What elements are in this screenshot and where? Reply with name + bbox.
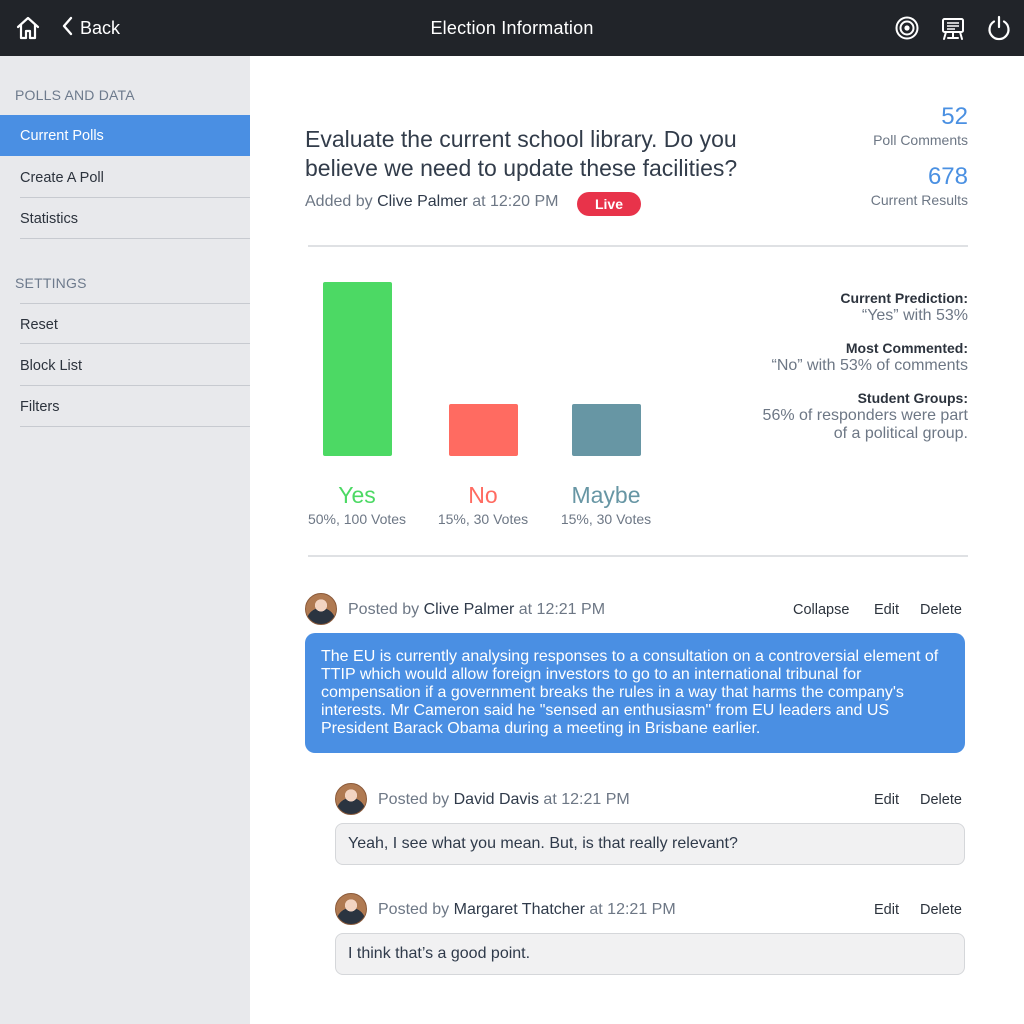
sidebar-section-settings: SETTINGS [15, 275, 87, 291]
current-results-count: 678 [927, 163, 968, 190]
poll-author[interactable]: Clive Palmer [377, 193, 468, 211]
insight-most-commented-value: “No” with 53% of comments [771, 357, 968, 374]
posted-prefix: Posted by [378, 901, 450, 918]
avatar[interactable] [335, 893, 367, 925]
sidebar-item-statistics[interactable]: Statistics [20, 198, 250, 239]
reply-meta: Posted by David Davis at 12:21 PM [378, 791, 630, 809]
comment-author[interactable]: Clive Palmer [424, 601, 515, 618]
bar-caption-no: 15%, 30 Votes [437, 511, 529, 527]
poll-comments-label: Poll Comments [873, 132, 968, 148]
top-bar: Back Election Information [0, 0, 1024, 56]
reply-bubble: I think that’s a good point. [335, 933, 965, 975]
insight-student-groups-key: Student Groups: [857, 390, 968, 406]
bar-maybe [572, 404, 641, 456]
comment-bubble: The EU is currently analysing responses … [305, 633, 965, 753]
edit-button[interactable]: Edit [874, 792, 899, 808]
bar-yes [323, 282, 392, 456]
reply-time: at 12:21 PM [589, 901, 676, 918]
edit-button[interactable]: Edit [874, 902, 899, 918]
insight-prediction-value: “Yes” with 53% [861, 307, 968, 324]
bar-label-yes: Yes [338, 482, 376, 508]
bar-label-maybe: Maybe [571, 482, 641, 508]
target-icon[interactable] [893, 14, 921, 42]
added-prefix: Added by [305, 193, 373, 210]
presentation-board-icon[interactable] [939, 14, 967, 42]
comment-meta: Posted by Clive Palmer at 12:21 PM [348, 601, 605, 619]
page-title: Election Information [430, 18, 594, 38]
reply-author[interactable]: David Davis [454, 791, 539, 808]
insight-student-groups: Student Groups: 56% of responders were p… [748, 389, 968, 443]
insight-student-groups-value: 56% of responders were part of a politic… [762, 407, 968, 442]
sidebar: POLLS AND DATA Current Polls Create A Po… [0, 56, 250, 1024]
current-results-label: Current Results [870, 192, 968, 208]
insight-most-commented-key: Most Commented: [845, 340, 968, 356]
divider [308, 245, 968, 247]
edit-button[interactable]: Edit [874, 602, 899, 618]
sidebar-item-current-polls[interactable]: Current Polls [0, 115, 250, 156]
poll-time: at 12:20 PM [472, 193, 559, 210]
delete-button[interactable]: Delete [920, 792, 962, 808]
back-label: Back [80, 17, 121, 38]
home-icon[interactable] [14, 14, 42, 42]
sidebar-item-create-poll[interactable]: Create A Poll [20, 157, 250, 198]
insight-prediction: Current Prediction: “Yes” with 53% [840, 289, 968, 325]
posted-prefix: Posted by [378, 791, 450, 808]
divider [308, 555, 968, 557]
poll-comments-count: 52 [941, 103, 968, 130]
reply-meta: Posted by Margaret Thatcher at 12:21 PM [378, 901, 676, 919]
reply-bubble: Yeah, I see what you mean. But, is that … [335, 823, 965, 865]
bar-label-no: No [468, 482, 498, 508]
sidebar-item-filters[interactable]: Filters [20, 386, 250, 427]
power-icon[interactable] [985, 14, 1013, 42]
avatar[interactable] [305, 593, 337, 625]
avatar[interactable] [335, 783, 367, 815]
reply-time: at 12:21 PM [543, 791, 630, 808]
insight-prediction-key: Current Prediction: [840, 290, 968, 306]
bar-no [449, 404, 518, 456]
delete-button[interactable]: Delete [920, 902, 962, 918]
delete-button[interactable]: Delete [920, 602, 962, 618]
sidebar-item-block-list[interactable]: Block List [20, 345, 250, 386]
bar-caption-yes: 50%, 100 Votes [307, 511, 407, 527]
chevron-left-icon [60, 15, 74, 42]
bar-caption-maybe: 15%, 30 Votes [560, 511, 652, 527]
comment-time: at 12:21 PM [518, 601, 606, 618]
poll-added-by: Added by Clive Palmer at 12:20 PM [305, 193, 558, 211]
back-button[interactable]: Back [60, 14, 120, 42]
posted-prefix: Posted by [348, 601, 420, 618]
insight-most-commented: Most Commented: “No” with 53% of comment… [771, 339, 968, 375]
sidebar-section-polls: POLLS AND DATA [15, 87, 135, 103]
poll-question: Evaluate the current school library. Do … [305, 126, 738, 181]
live-badge: Live [577, 192, 641, 216]
reply-author[interactable]: Margaret Thatcher [454, 901, 585, 918]
sidebar-item-reset[interactable]: Reset [20, 303, 250, 344]
collapse-button[interactable]: Collapse [793, 602, 849, 618]
